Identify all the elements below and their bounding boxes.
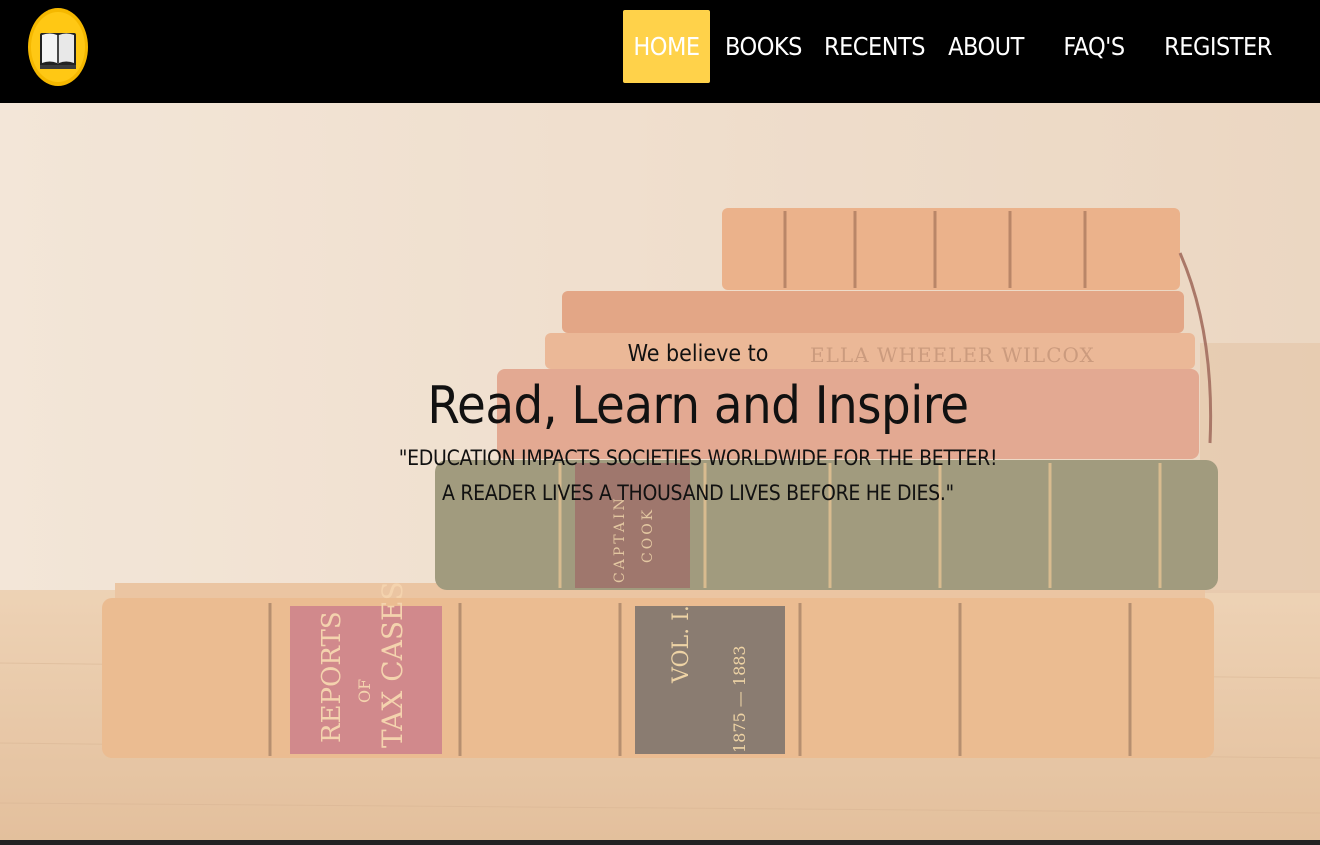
nav-home-label: HOME bbox=[633, 32, 700, 61]
hero-quote-line-2: A READER LIVES A THOUSAND LIVES BEFORE H… bbox=[442, 481, 954, 505]
site-logo[interactable] bbox=[27, 7, 89, 87]
hero-banner: REPORTS OF TAX CASES VOL. I. 1875 — 1883… bbox=[0, 103, 1320, 840]
nav-recents[interactable]: RECENTS bbox=[817, 10, 932, 83]
nav-faqs[interactable]: FAQ'S bbox=[1040, 10, 1148, 83]
bottom-edge bbox=[0, 840, 1320, 845]
hero-text: We believe to Read, Learn and Inspire "E… bbox=[0, 339, 1320, 511]
nav-home[interactable]: HOME bbox=[623, 10, 710, 83]
hero-title: Read, Learn and Inspire bbox=[427, 376, 969, 436]
nav-faqs-label: FAQ'S bbox=[1063, 32, 1125, 61]
hero-subtitle: We believe to bbox=[627, 341, 769, 367]
nav-about[interactable]: ABOUT bbox=[932, 10, 1040, 83]
navbar: HOME BOOKS RECENTS ABOUT FAQ'S REGISTER bbox=[0, 0, 1320, 103]
nav-register[interactable]: REGISTER bbox=[1148, 10, 1288, 83]
hero-quote-line-1: "EDUCATION IMPACTS SOCIETIES WORLDWIDE F… bbox=[398, 446, 998, 470]
nav-books[interactable]: BOOKS bbox=[710, 10, 817, 83]
nav-books-label: BOOKS bbox=[725, 32, 802, 61]
main-nav: HOME BOOKS RECENTS ABOUT FAQ'S REGISTER bbox=[623, 10, 1288, 83]
nav-recents-label: RECENTS bbox=[823, 32, 926, 61]
nav-register-label: REGISTER bbox=[1164, 32, 1272, 61]
open-book-icon bbox=[28, 8, 88, 86]
nav-about-label: ABOUT bbox=[948, 32, 1024, 61]
